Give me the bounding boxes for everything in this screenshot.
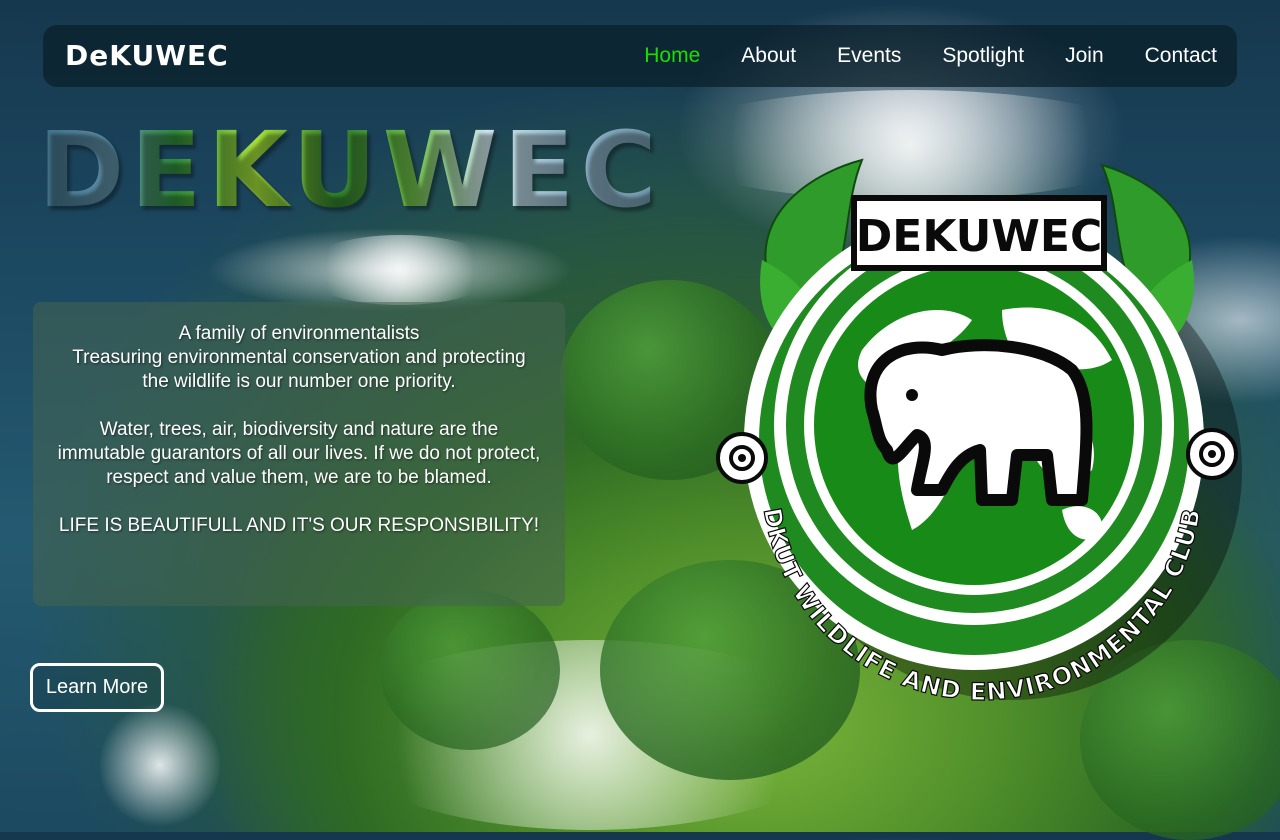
navbar: DeKUWEC Home About Events Spotlight Join…: [43, 25, 1237, 87]
club-logo-emblem: DEKUWEC DKUT WILDLIFE AND ENVIRONMENTAL …: [716, 158, 1242, 707]
intro-tagline: A family of environmentalists: [178, 323, 420, 344]
nav-link-join[interactable]: Join: [1044, 44, 1104, 68]
intro-slogan: LIFE IS BEAUTIFULL AND IT'S OUR RESPONSI…: [58, 515, 540, 536]
learn-more-button[interactable]: Learn More: [30, 663, 164, 712]
nav-link-about[interactable]: About: [720, 44, 796, 68]
nav-link-contact[interactable]: Contact: [1124, 44, 1217, 68]
brand-logo-text[interactable]: DeKUWEC: [65, 39, 229, 72]
rosette-icon: [1186, 428, 1238, 480]
nav-link-events[interactable]: Events: [816, 44, 901, 68]
intro-card: A family of environmentalists Treasuring…: [33, 302, 565, 606]
cloud-decoration: [300, 235, 500, 305]
forest-decoration: [380, 590, 560, 750]
hero-title: DEKUWEC: [38, 109, 663, 231]
nav-link-home[interactable]: Home: [623, 44, 700, 68]
rosette-icon: [716, 432, 768, 484]
logo-banner-text: DEKUWEC: [856, 211, 1103, 262]
nav-links: Home About Events Spotlight Join Contact: [623, 25, 1237, 87]
cloud-decoration: [100, 700, 220, 830]
nav-link-spotlight[interactable]: Spotlight: [921, 44, 1024, 68]
intro-paragraph: Water, trees, air, biodiversity and natu…: [57, 419, 541, 488]
intro-mission: Treasuring environmental conservation an…: [72, 347, 526, 392]
